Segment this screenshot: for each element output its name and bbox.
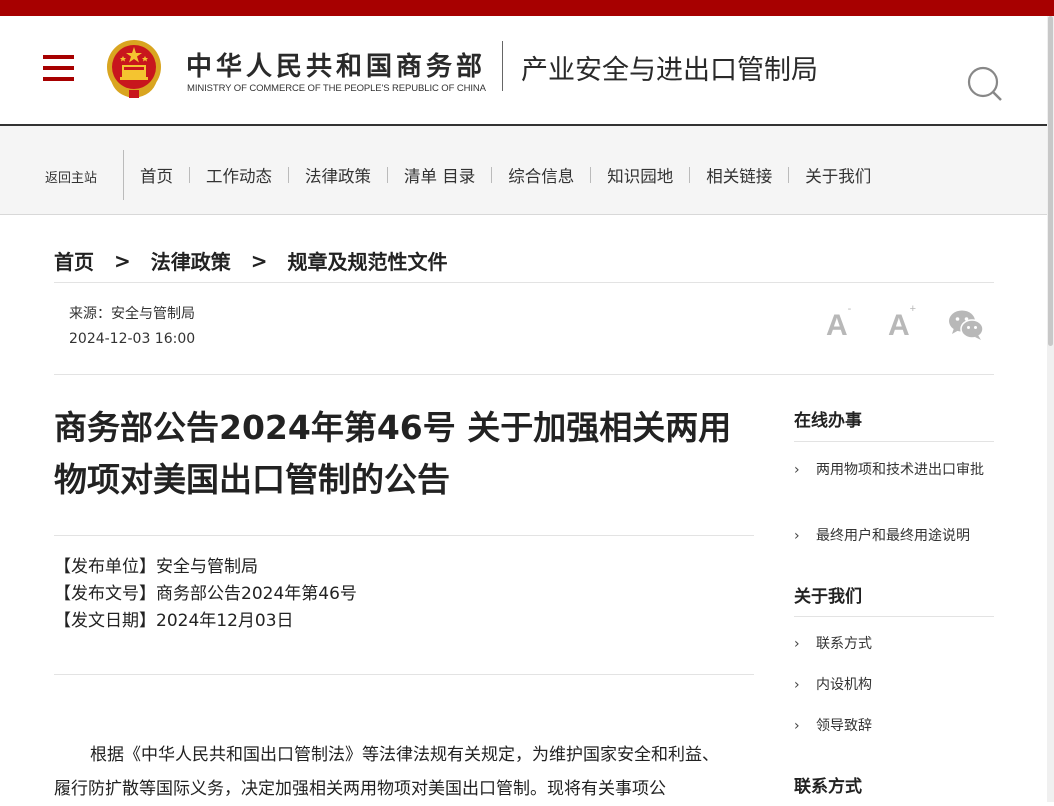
- nav-item-about-us[interactable]: 关于我们: [789, 163, 887, 187]
- article-title: 商务部公告2024年第46号 关于加强相关两用物项对美国出口管制的公告: [54, 408, 732, 499]
- divider: [54, 374, 994, 375]
- breadcrumb: 首页 > 法律政策 > 规章及规范性文件: [54, 246, 448, 275]
- font-decrease-button[interactable]: A-: [826, 303, 851, 343]
- article-body: 根据《中华人民共和国出口管制法》等法律法规有关规定，为维护国家安全和利益、履行防…: [54, 745, 719, 799]
- divider: [54, 282, 994, 283]
- meta-issuer: 【发布单位】安全与管制局: [54, 557, 258, 577]
- return-main-site-link[interactable]: 返回主站: [45, 167, 97, 186]
- sidebar-item-leader-speech[interactable]: › 领导致辞: [794, 713, 994, 739]
- article-source: 来源：安全与管制局: [69, 306, 195, 322]
- nav-item-home[interactable]: 首页: [124, 163, 189, 187]
- national-emblem-logo: [107, 40, 161, 99]
- sidebar-item-end-user-statement[interactable]: › 最终用户和最终用途说明: [794, 523, 994, 549]
- sidebar-divider: [794, 616, 994, 617]
- search-icon[interactable]: [965, 64, 1005, 104]
- nav-item-related-links[interactable]: 相关链接: [690, 163, 788, 187]
- meta-issue-date: 【发文日期】2024年12月03日: [54, 611, 294, 631]
- sidebar-item-label: 最终用户和最终用途说明: [816, 528, 970, 544]
- sidebar-item-label: 内设机构: [816, 677, 872, 693]
- meta-doc-number: 【发布文号】商务部公告2024年第46号: [54, 584, 357, 604]
- font-decrease-label: A: [826, 309, 848, 342]
- ministry-name-cn: 中华人民共和国商务部: [186, 52, 487, 82]
- sidebar-online-services-title: 在线办事: [794, 411, 862, 431]
- divider: [54, 535, 754, 536]
- ministry-name-en: MINISTRY OF COMMERCE OF THE PEOPLE'S REP…: [187, 83, 486, 94]
- sidebar-about-title: 关于我们: [794, 587, 862, 607]
- scrollbar-thumb[interactable]: [1048, 16, 1053, 346]
- bureau-title: 产业安全与进出口管制局: [521, 55, 818, 86]
- top-accent-bar: [0, 0, 1054, 16]
- breadcrumb-home[interactable]: 首页: [54, 246, 94, 275]
- nav-item-laws-policies[interactable]: 法律政策: [289, 163, 387, 187]
- sidebar-item-label: 领导致辞: [816, 718, 872, 734]
- sidebar-item-contact[interactable]: › 联系方式: [794, 631, 994, 657]
- sidebar-item-label: 两用物项和技术进出口审批: [816, 462, 984, 478]
- breadcrumb-separator: >: [250, 248, 268, 273]
- chevron-right-icon: ›: [794, 718, 800, 734]
- sidebar-item-label: 联系方式: [816, 636, 872, 652]
- article-publish-time: 2024-12-03 16:00: [69, 331, 196, 347]
- wechat-share-icon[interactable]: [948, 309, 984, 341]
- sidebar-item-dual-use-approval[interactable]: › 两用物项和技术进出口审批: [794, 457, 994, 483]
- divider: [54, 674, 754, 675]
- chevron-right-icon: ›: [794, 528, 800, 544]
- sidebar-contact-title: 联系方式: [794, 777, 862, 797]
- breadcrumb-laws-policies[interactable]: 法律政策: [151, 246, 231, 275]
- nav-item-general-info[interactable]: 综合信息: [492, 163, 590, 187]
- header-divider: [502, 41, 503, 91]
- font-increase-sign: +: [909, 303, 917, 315]
- font-decrease-sign: -: [847, 303, 852, 315]
- sidebar-item-departments[interactable]: › 内设机构: [794, 672, 994, 698]
- nav-item-work-news[interactable]: 工作动态: [190, 163, 288, 187]
- nav-item-knowledge[interactable]: 知识园地: [591, 163, 689, 187]
- site-header: 中华人民共和国商务部 MINISTRY OF COMMERCE OF THE P…: [0, 16, 1054, 126]
- nav-item-lists-catalogs[interactable]: 清单 目录: [388, 163, 491, 187]
- chevron-right-icon: ›: [794, 677, 800, 693]
- font-increase-label: A: [888, 309, 910, 342]
- main-nav: 返回主站 首页 工作动态 法律政策 清单 目录 综合信息 知识园地 相关链接 关…: [0, 126, 1054, 215]
- hamburger-menu-icon[interactable]: [43, 55, 74, 81]
- chevron-right-icon: ›: [794, 462, 800, 478]
- nav-items: 首页 工作动态 法律政策 清单 目录 综合信息 知识园地 相关链接 关于我们: [124, 163, 887, 187]
- font-increase-button[interactable]: A+: [888, 303, 916, 343]
- chevron-right-icon: ›: [794, 636, 800, 652]
- sidebar-divider: [794, 441, 994, 442]
- breadcrumb-regulations[interactable]: 规章及规范性文件: [288, 246, 448, 275]
- breadcrumb-separator: >: [114, 248, 131, 273]
